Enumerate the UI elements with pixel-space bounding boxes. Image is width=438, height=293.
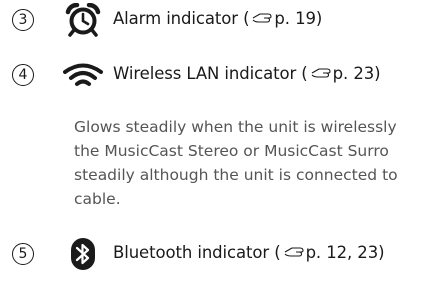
pointing-hand-icon (284, 246, 304, 257)
wifi-icon (62, 63, 104, 89)
description-line: steadily although the unit is connected … (74, 166, 398, 184)
bluetooth-icon (70, 237, 96, 271)
indicator-item-alarm: 3 Alarm indicator (p. 19) (0, 0, 438, 40)
description-line: Glows steadily when the unit is wireless… (74, 118, 397, 136)
description-line: the MusicCast Stereo or MusicCast Surro (74, 142, 389, 160)
description-line: cable. (74, 190, 121, 208)
indicator-label: Bluetooth indicator (p. 12, 23) (113, 243, 385, 262)
indicator-label: Wireless LAN indicator (p. 23) (113, 64, 381, 83)
indicator-item-wireless-lan: 4 Wireless LAN indicator (p. 23) (0, 55, 438, 95)
pointing-hand-icon (253, 12, 272, 23)
item-number: 5 (12, 243, 34, 265)
indicator-item-bluetooth: 5 Bluetooth indicator (p. 12, 23) (0, 234, 438, 274)
alarm-clock-icon (64, 3, 102, 37)
wireless-lan-description: Glows steadily when the unit is wireless… (74, 115, 438, 211)
indicator-label: Alarm indicator (p. 19) (113, 9, 323, 28)
item-number: 3 (12, 9, 34, 31)
item-number: 4 (12, 64, 34, 86)
pointing-hand-icon (311, 67, 331, 78)
